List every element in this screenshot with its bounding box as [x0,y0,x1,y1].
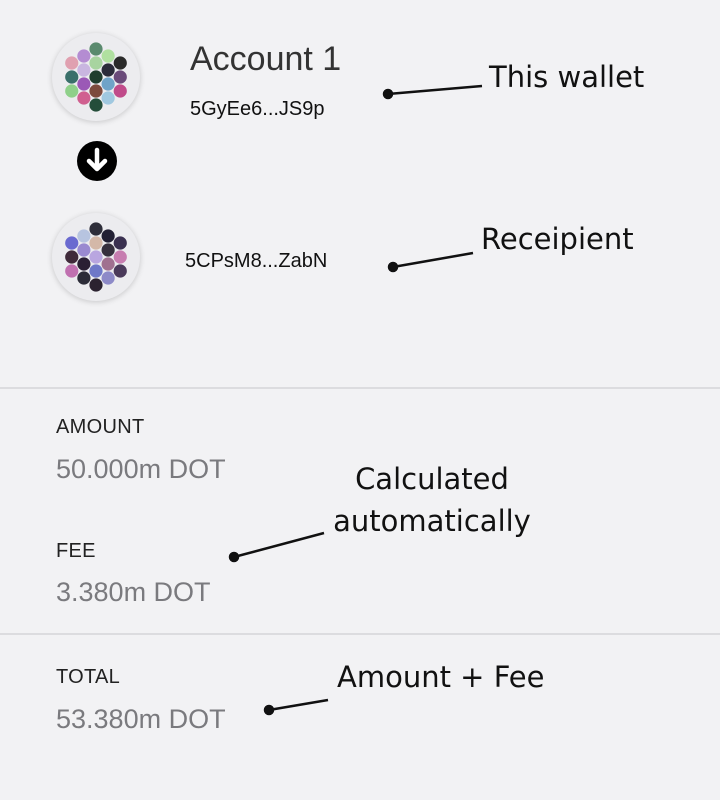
annotation-calculated: Calculated automatically [332,458,532,542]
pointer-line [392,251,474,269]
pointer-dot [382,88,394,100]
annotation-calculated-line2: automatically [333,504,531,538]
pointer-line [387,84,483,96]
annotation-recipient: Receipient [481,222,634,256]
pointer-dot [228,551,240,563]
annotation-calculated-line1: Calculated [355,462,509,496]
pointer-line [268,698,329,712]
annotation-this-wallet: This wallet [489,60,645,94]
annotation-total: Amount + Fee [337,660,545,694]
pointer-line [233,531,325,559]
pointer-dot [387,261,399,273]
pointer-dot [263,704,275,716]
